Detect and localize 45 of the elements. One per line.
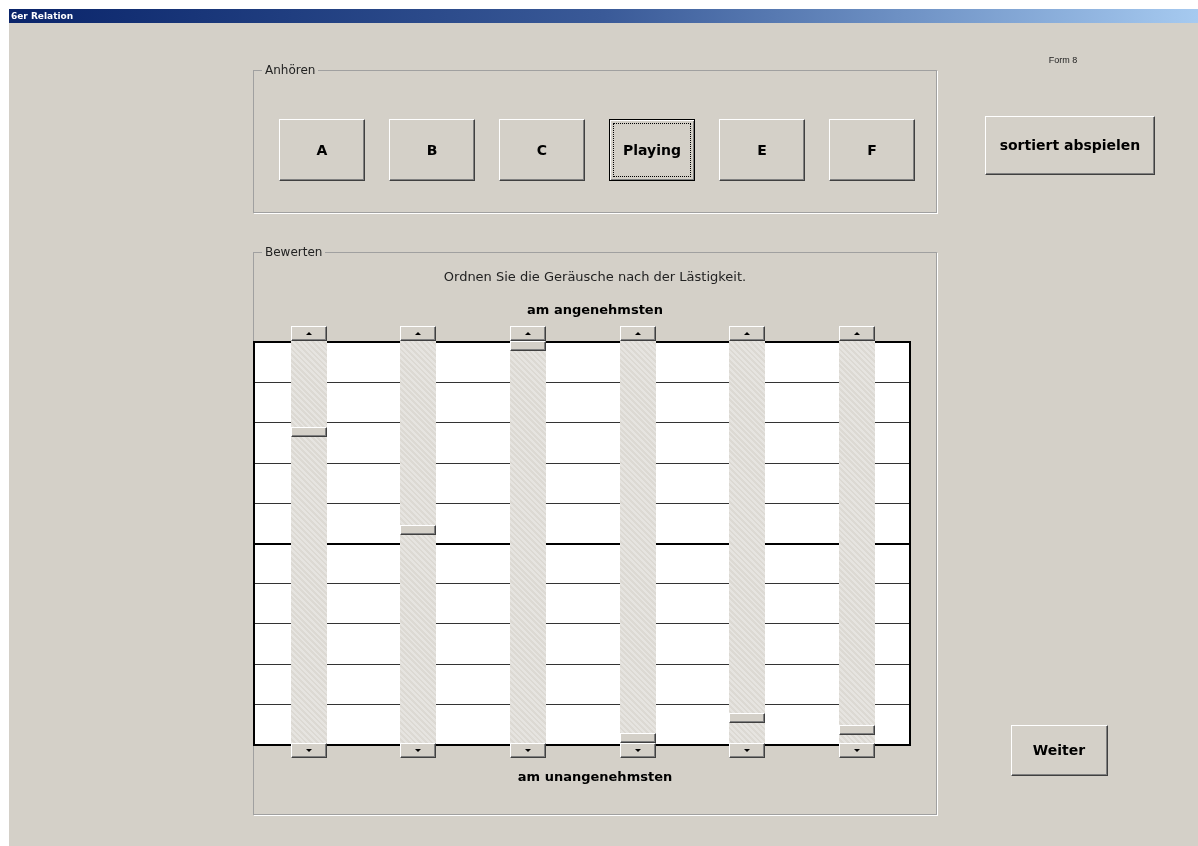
down-arrow-icon [635,749,641,752]
slider-thumb[interactable] [620,733,656,743]
scroll-down-button[interactable] [839,743,875,758]
play-button[interactable]: Playing [609,119,695,181]
play-button[interactable]: A [279,119,365,181]
play-sorted-button[interactable]: sortiert abspielen [985,116,1155,175]
play-button[interactable]: E [719,119,805,181]
down-arrow-icon [525,749,531,752]
scroll-up-button[interactable] [729,326,765,341]
scroll-up-button[interactable] [620,326,656,341]
top-label: am angenehmsten [527,302,663,318]
slider-thumb[interactable] [729,713,765,724]
up-arrow-icon [415,332,421,335]
next-button[interactable]: Weiter [1010,725,1108,776]
down-arrow-icon [854,749,860,752]
slider-thumb[interactable] [291,427,327,438]
up-arrow-icon [744,332,750,335]
scroll-up-button[interactable] [400,326,436,341]
up-arrow-icon [525,332,531,335]
play-button[interactable]: C [499,119,585,181]
up-arrow-icon [635,332,641,335]
slider-thumb[interactable] [839,725,875,736]
up-arrow-icon [306,332,312,335]
group-title: Anhören [262,63,319,77]
scroll-up-button[interactable] [291,326,327,341]
slider-thumb[interactable] [510,341,546,351]
scroll-up-button[interactable] [839,326,875,341]
down-arrow-icon [744,749,750,752]
down-arrow-icon [306,749,312,752]
up-arrow-icon [854,332,860,335]
scroll-down-button[interactable] [620,743,656,758]
window-title: 6er Relation [11,11,74,21]
slider-thumb[interactable] [400,525,436,536]
instruction-text: Ordnen Sie die Geräusche nach der Lästigkeit. [443,269,747,285]
play-button[interactable]: B [389,119,475,181]
down-arrow-icon [415,749,421,752]
group-title: Bewerten [262,245,326,259]
form-label: Form 8 [1048,54,1078,66]
scroll-down-button[interactable] [291,743,327,758]
scroll-up-button[interactable] [510,326,546,341]
scroll-down-button[interactable] [729,743,765,758]
bottom-label: am unangenehmsten [517,769,673,785]
play-button[interactable]: F [829,119,915,181]
scroll-down-button[interactable] [400,743,436,758]
scroll-down-button[interactable] [510,743,546,758]
